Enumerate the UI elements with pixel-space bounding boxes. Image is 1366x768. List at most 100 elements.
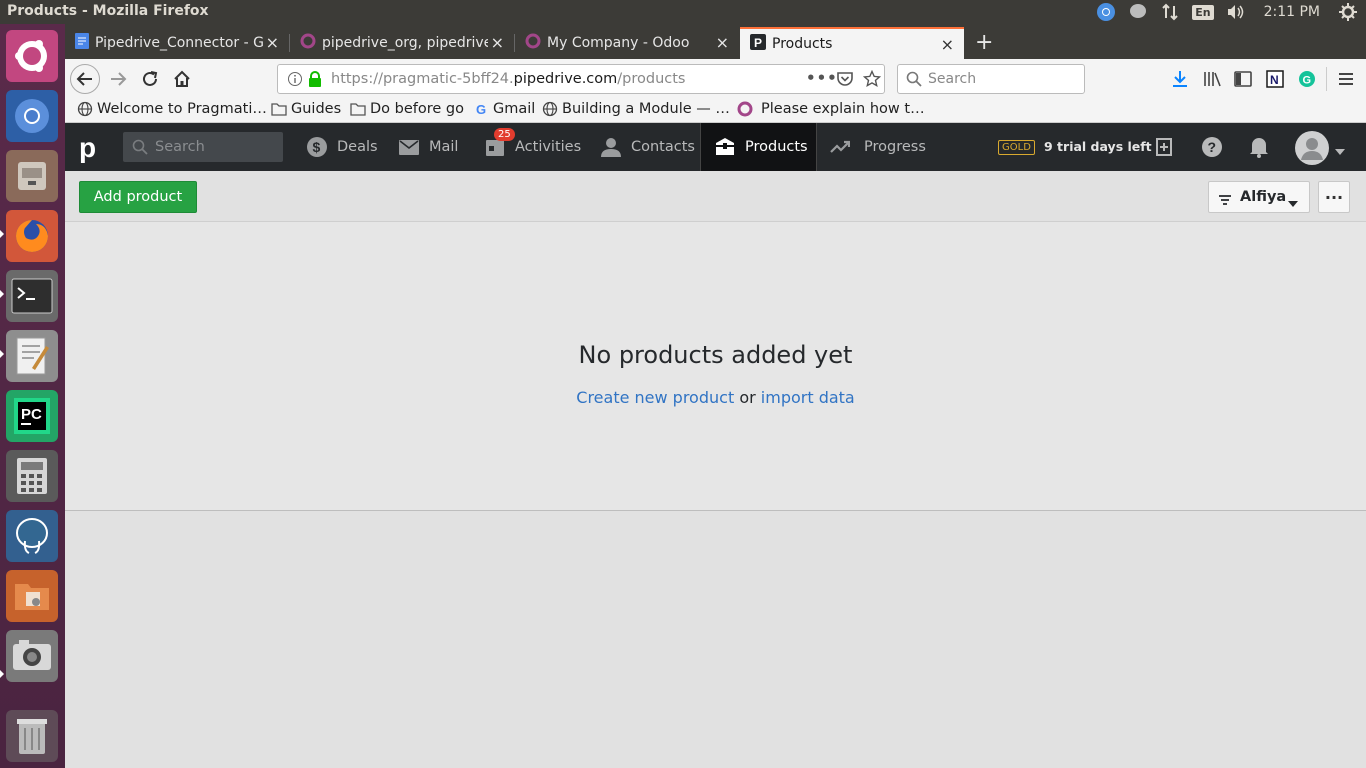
network-arrows-icon[interactable]	[1160, 2, 1180, 22]
notification-bell-icon[interactable]	[1247, 135, 1271, 159]
bookmark-welcome[interactable]: Welcome to Pragmati…	[77, 101, 267, 117]
folder-icon	[271, 101, 287, 117]
ubuntu-dash-icon[interactable]	[6, 30, 58, 82]
url-path: /products	[617, 71, 686, 87]
pgadmin-elephant-icon[interactable]	[6, 510, 58, 562]
mail-icon	[399, 139, 419, 155]
settings-gear-icon[interactable]	[1338, 2, 1358, 22]
url-prefix: https://pragmatic-5bff24.	[331, 71, 514, 87]
bookmark-label: Building a Module — …	[562, 101, 730, 117]
nav-products[interactable]: Products	[700, 123, 817, 171]
forward-button[interactable]	[103, 64, 133, 94]
nav-deals[interactable]: $ Deals	[307, 123, 378, 171]
home-button[interactable]	[167, 64, 197, 94]
user-filter-dropdown[interactable]: Alfiya	[1208, 181, 1310, 213]
close-icon[interactable]: ×	[941, 35, 954, 54]
screenshot-camera-icon[interactable]	[6, 630, 58, 682]
firefox-icon[interactable]	[6, 210, 58, 262]
calculator-icon[interactable]	[6, 450, 58, 502]
help-icon[interactable]: ?	[1200, 135, 1224, 159]
url-text: https://pragmatic-5bff24.pipedrive.com/p…	[331, 71, 686, 87]
pocket-icon[interactable]	[836, 71, 854, 91]
import-data-link[interactable]: import data	[761, 388, 855, 407]
bookmark-building-a-module[interactable]: Building a Module — …	[542, 101, 730, 117]
reload-button[interactable]	[135, 64, 165, 94]
more-options-button[interactable]: ···	[1318, 181, 1350, 213]
bookmark-label: Please explain how t…	[761, 101, 925, 117]
tab-label: pipedrive_org, pipedrive	[322, 35, 488, 51]
info-icon[interactable]	[287, 71, 303, 91]
bookmark-label: Do before go	[370, 101, 464, 117]
trend-up-icon	[830, 140, 850, 154]
trial-days-text[interactable]: 9 trial days left	[1044, 139, 1152, 154]
grammarly-icon[interactable]: G	[1297, 69, 1317, 89]
folder-icon	[350, 101, 366, 117]
bookmark-please-explain[interactable]: Please explain how t…	[737, 101, 925, 117]
pipedrive-logo[interactable]: p	[79, 132, 96, 164]
navigation-toolbar: https://pragmatic-5bff24.pipedrive.com/p…	[65, 59, 1366, 99]
archive-folder-icon[interactable]	[6, 570, 58, 622]
ubuntu-launcher: PC	[0, 24, 65, 768]
bookmark-do-before-go[interactable]: Do before go	[350, 101, 464, 117]
terminal-icon[interactable]	[6, 270, 58, 322]
hamburger-menu-icon[interactable]	[1336, 69, 1356, 89]
nav-progress[interactable]: Progress	[830, 123, 926, 171]
chevron-down-icon[interactable]	[1335, 143, 1345, 159]
browser-search-input[interactable]: Search	[897, 64, 1085, 94]
quick-add-icon[interactable]	[1152, 135, 1176, 159]
clock[interactable]: 2:11 PM	[1264, 4, 1320, 20]
plan-badge[interactable]: GOLD	[998, 140, 1035, 155]
globe-icon	[77, 101, 93, 117]
create-new-product-link[interactable]: Create new product	[576, 388, 734, 407]
or-text: or	[739, 388, 756, 407]
nav-label: Activities	[515, 139, 582, 155]
new-tab-button[interactable]: +	[975, 30, 993, 55]
page-actions-menu-icon[interactable]: •••	[806, 69, 838, 87]
bookmark-star-icon[interactable]	[862, 69, 882, 92]
dollar-icon: $	[307, 137, 327, 157]
products-page: Add product Alfiya ··· No products added…	[65, 171, 1366, 768]
tab-label: My Company - Odoo	[547, 35, 690, 51]
nav-contacts[interactable]: Contacts	[601, 123, 695, 171]
close-icon[interactable]: ×	[266, 33, 279, 52]
trash-icon[interactable]	[6, 710, 58, 762]
avatar[interactable]	[1295, 131, 1329, 169]
toolbar-divider	[1326, 67, 1327, 91]
file-manager-icon[interactable]	[6, 150, 58, 202]
nav-mail[interactable]: Mail	[399, 123, 458, 171]
bookmark-label: Gmail	[493, 101, 536, 117]
tab-pipedrive-org[interactable]: pipedrive_org, pipedrive ×	[290, 27, 514, 59]
library-icon[interactable]	[1202, 69, 1222, 89]
notion-extension-icon[interactable]: N	[1265, 69, 1285, 89]
doc-icon	[75, 33, 89, 53]
svg-text:?: ?	[1208, 139, 1217, 155]
tab-my-company-odoo[interactable]: My Company - Odoo ×	[515, 27, 739, 59]
tab-label: Pipedrive_Connector - G	[95, 35, 263, 51]
pycharm-icon[interactable]: PC	[6, 390, 58, 442]
tab-pipedrive-connector[interactable]: Pipedrive_Connector - G ×	[65, 27, 289, 59]
bookmark-gmail[interactable]: G Gmail	[473, 101, 535, 117]
odoo-icon	[300, 33, 316, 53]
text-editor-icon[interactable]	[6, 330, 58, 382]
svg-text:PC: PC	[21, 406, 42, 423]
volume-icon[interactable]	[1226, 2, 1246, 22]
lock-icon[interactable]	[308, 71, 322, 91]
download-icon[interactable]	[1170, 69, 1190, 89]
close-icon[interactable]: ×	[716, 33, 729, 52]
chrome-indicator-icon[interactable]	[1096, 2, 1116, 22]
google-icon: G	[475, 101, 487, 117]
nav-label: Contacts	[631, 139, 695, 155]
pipedrive-search-input[interactable]: Search	[123, 132, 283, 162]
tab-products[interactable]: P Products ×	[740, 27, 964, 59]
running-indicator	[0, 230, 4, 238]
activities-count-badge: 25	[494, 128, 515, 141]
sidebar-icon[interactable]	[1233, 69, 1253, 89]
chromium-icon[interactable]	[6, 90, 58, 142]
back-button[interactable]	[70, 64, 100, 94]
add-product-button[interactable]: Add product	[79, 181, 197, 213]
keyboard-layout[interactable]: En	[1192, 4, 1214, 20]
close-icon[interactable]: ×	[491, 33, 504, 52]
url-bar[interactable]: https://pragmatic-5bff24.pipedrive.com/p…	[277, 64, 885, 94]
bookmark-guides[interactable]: Guides	[271, 101, 341, 117]
chat-bubble-icon[interactable]	[1128, 2, 1148, 22]
